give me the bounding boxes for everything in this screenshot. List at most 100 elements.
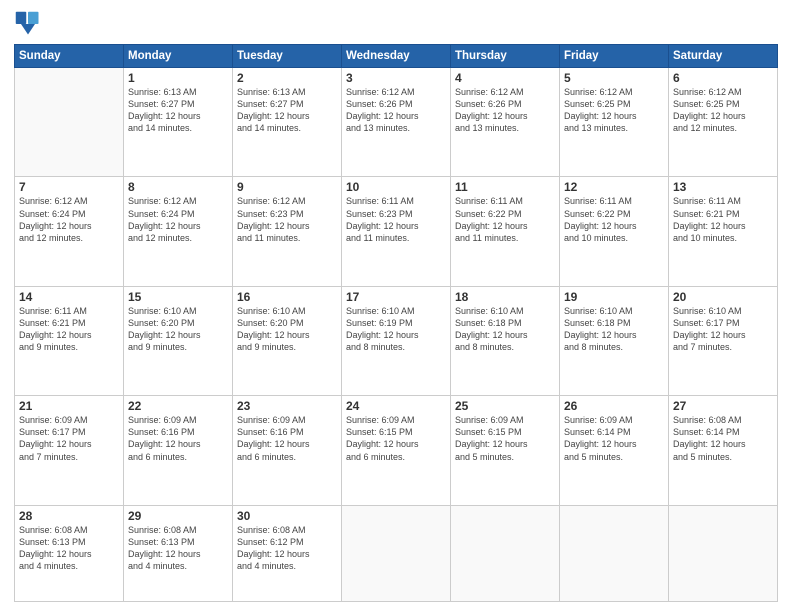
week-row-4: 28Sunrise: 6:08 AM Sunset: 6:13 PM Dayli… xyxy=(15,505,778,602)
day-info: Sunrise: 6:12 AM Sunset: 6:23 PM Dayligh… xyxy=(237,195,337,244)
week-row-0: 1Sunrise: 6:13 AM Sunset: 6:27 PM Daylig… xyxy=(15,68,778,177)
day-info: Sunrise: 6:12 AM Sunset: 6:26 PM Dayligh… xyxy=(346,86,446,135)
day-number: 11 xyxy=(455,180,555,194)
day-number: 2 xyxy=(237,71,337,85)
day-info: Sunrise: 6:10 AM Sunset: 6:17 PM Dayligh… xyxy=(673,305,773,354)
weekday-wednesday: Wednesday xyxy=(342,45,451,68)
week-row-3: 21Sunrise: 6:09 AM Sunset: 6:17 PM Dayli… xyxy=(15,396,778,505)
day-info: Sunrise: 6:12 AM Sunset: 6:24 PM Dayligh… xyxy=(128,195,228,244)
day-number: 20 xyxy=(673,290,773,304)
day-number: 13 xyxy=(673,180,773,194)
calendar-cell xyxy=(451,505,560,602)
day-info: Sunrise: 6:08 AM Sunset: 6:13 PM Dayligh… xyxy=(19,524,119,573)
day-number: 27 xyxy=(673,399,773,413)
day-number: 14 xyxy=(19,290,119,304)
day-info: Sunrise: 6:12 AM Sunset: 6:25 PM Dayligh… xyxy=(673,86,773,135)
calendar-cell: 27Sunrise: 6:08 AM Sunset: 6:14 PM Dayli… xyxy=(669,396,778,505)
day-number: 5 xyxy=(564,71,664,85)
header xyxy=(14,10,778,38)
day-info: Sunrise: 6:12 AM Sunset: 6:24 PM Dayligh… xyxy=(19,195,119,244)
day-number: 4 xyxy=(455,71,555,85)
weekday-saturday: Saturday xyxy=(669,45,778,68)
day-info: Sunrise: 6:11 AM Sunset: 6:21 PM Dayligh… xyxy=(19,305,119,354)
calendar-cell: 17Sunrise: 6:10 AM Sunset: 6:19 PM Dayli… xyxy=(342,286,451,395)
day-number: 30 xyxy=(237,509,337,523)
weekday-thursday: Thursday xyxy=(451,45,560,68)
day-info: Sunrise: 6:10 AM Sunset: 6:20 PM Dayligh… xyxy=(128,305,228,354)
day-number: 3 xyxy=(346,71,446,85)
day-info: Sunrise: 6:11 AM Sunset: 6:23 PM Dayligh… xyxy=(346,195,446,244)
day-number: 29 xyxy=(128,509,228,523)
day-number: 22 xyxy=(128,399,228,413)
day-number: 18 xyxy=(455,290,555,304)
logo-icon xyxy=(14,10,42,38)
calendar-cell: 5Sunrise: 6:12 AM Sunset: 6:25 PM Daylig… xyxy=(560,68,669,177)
calendar-cell: 6Sunrise: 6:12 AM Sunset: 6:25 PM Daylig… xyxy=(669,68,778,177)
calendar-cell: 13Sunrise: 6:11 AM Sunset: 6:21 PM Dayli… xyxy=(669,177,778,286)
calendar-cell: 23Sunrise: 6:09 AM Sunset: 6:16 PM Dayli… xyxy=(233,396,342,505)
day-number: 9 xyxy=(237,180,337,194)
week-row-1: 7Sunrise: 6:12 AM Sunset: 6:24 PM Daylig… xyxy=(15,177,778,286)
calendar-cell: 25Sunrise: 6:09 AM Sunset: 6:15 PM Dayli… xyxy=(451,396,560,505)
calendar-cell xyxy=(560,505,669,602)
day-info: Sunrise: 6:11 AM Sunset: 6:22 PM Dayligh… xyxy=(564,195,664,244)
calendar-cell: 28Sunrise: 6:08 AM Sunset: 6:13 PM Dayli… xyxy=(15,505,124,602)
day-info: Sunrise: 6:12 AM Sunset: 6:25 PM Dayligh… xyxy=(564,86,664,135)
calendar-cell: 18Sunrise: 6:10 AM Sunset: 6:18 PM Dayli… xyxy=(451,286,560,395)
day-number: 24 xyxy=(346,399,446,413)
day-info: Sunrise: 6:08 AM Sunset: 6:13 PM Dayligh… xyxy=(128,524,228,573)
day-info: Sunrise: 6:09 AM Sunset: 6:14 PM Dayligh… xyxy=(564,414,664,463)
day-number: 12 xyxy=(564,180,664,194)
day-info: Sunrise: 6:13 AM Sunset: 6:27 PM Dayligh… xyxy=(128,86,228,135)
calendar-cell xyxy=(15,68,124,177)
day-info: Sunrise: 6:11 AM Sunset: 6:21 PM Dayligh… xyxy=(673,195,773,244)
day-number: 21 xyxy=(19,399,119,413)
weekday-monday: Monday xyxy=(124,45,233,68)
page: SundayMondayTuesdayWednesdayThursdayFrid… xyxy=(0,0,792,612)
day-info: Sunrise: 6:10 AM Sunset: 6:18 PM Dayligh… xyxy=(455,305,555,354)
day-number: 10 xyxy=(346,180,446,194)
calendar-cell: 21Sunrise: 6:09 AM Sunset: 6:17 PM Dayli… xyxy=(15,396,124,505)
calendar-cell: 29Sunrise: 6:08 AM Sunset: 6:13 PM Dayli… xyxy=(124,505,233,602)
day-number: 1 xyxy=(128,71,228,85)
calendar-cell xyxy=(342,505,451,602)
calendar-cell xyxy=(669,505,778,602)
day-number: 26 xyxy=(564,399,664,413)
day-info: Sunrise: 6:10 AM Sunset: 6:19 PM Dayligh… xyxy=(346,305,446,354)
weekday-header-row: SundayMondayTuesdayWednesdayThursdayFrid… xyxy=(15,45,778,68)
day-number: 23 xyxy=(237,399,337,413)
day-info: Sunrise: 6:09 AM Sunset: 6:17 PM Dayligh… xyxy=(19,414,119,463)
calendar-cell: 22Sunrise: 6:09 AM Sunset: 6:16 PM Dayli… xyxy=(124,396,233,505)
calendar-cell: 3Sunrise: 6:12 AM Sunset: 6:26 PM Daylig… xyxy=(342,68,451,177)
calendar-cell: 10Sunrise: 6:11 AM Sunset: 6:23 PM Dayli… xyxy=(342,177,451,286)
calendar-cell: 11Sunrise: 6:11 AM Sunset: 6:22 PM Dayli… xyxy=(451,177,560,286)
day-info: Sunrise: 6:09 AM Sunset: 6:15 PM Dayligh… xyxy=(455,414,555,463)
calendar-cell: 14Sunrise: 6:11 AM Sunset: 6:21 PM Dayli… xyxy=(15,286,124,395)
day-info: Sunrise: 6:10 AM Sunset: 6:18 PM Dayligh… xyxy=(564,305,664,354)
calendar-cell: 2Sunrise: 6:13 AM Sunset: 6:27 PM Daylig… xyxy=(233,68,342,177)
calendar-cell: 8Sunrise: 6:12 AM Sunset: 6:24 PM Daylig… xyxy=(124,177,233,286)
day-info: Sunrise: 6:10 AM Sunset: 6:20 PM Dayligh… xyxy=(237,305,337,354)
calendar-cell: 24Sunrise: 6:09 AM Sunset: 6:15 PM Dayli… xyxy=(342,396,451,505)
day-info: Sunrise: 6:13 AM Sunset: 6:27 PM Dayligh… xyxy=(237,86,337,135)
calendar-cell: 4Sunrise: 6:12 AM Sunset: 6:26 PM Daylig… xyxy=(451,68,560,177)
calendar-cell: 1Sunrise: 6:13 AM Sunset: 6:27 PM Daylig… xyxy=(124,68,233,177)
day-info: Sunrise: 6:08 AM Sunset: 6:14 PM Dayligh… xyxy=(673,414,773,463)
calendar-cell: 20Sunrise: 6:10 AM Sunset: 6:17 PM Dayli… xyxy=(669,286,778,395)
day-number: 7 xyxy=(19,180,119,194)
calendar-cell: 30Sunrise: 6:08 AM Sunset: 6:12 PM Dayli… xyxy=(233,505,342,602)
calendar-cell: 9Sunrise: 6:12 AM Sunset: 6:23 PM Daylig… xyxy=(233,177,342,286)
day-number: 19 xyxy=(564,290,664,304)
day-number: 28 xyxy=(19,509,119,523)
calendar-cell: 16Sunrise: 6:10 AM Sunset: 6:20 PM Dayli… xyxy=(233,286,342,395)
day-number: 8 xyxy=(128,180,228,194)
logo xyxy=(14,10,44,38)
calendar-cell: 26Sunrise: 6:09 AM Sunset: 6:14 PM Dayli… xyxy=(560,396,669,505)
day-number: 17 xyxy=(346,290,446,304)
weekday-sunday: Sunday xyxy=(15,45,124,68)
calendar-cell: 15Sunrise: 6:10 AM Sunset: 6:20 PM Dayli… xyxy=(124,286,233,395)
day-info: Sunrise: 6:12 AM Sunset: 6:26 PM Dayligh… xyxy=(455,86,555,135)
calendar-cell: 7Sunrise: 6:12 AM Sunset: 6:24 PM Daylig… xyxy=(15,177,124,286)
weekday-tuesday: Tuesday xyxy=(233,45,342,68)
day-number: 6 xyxy=(673,71,773,85)
